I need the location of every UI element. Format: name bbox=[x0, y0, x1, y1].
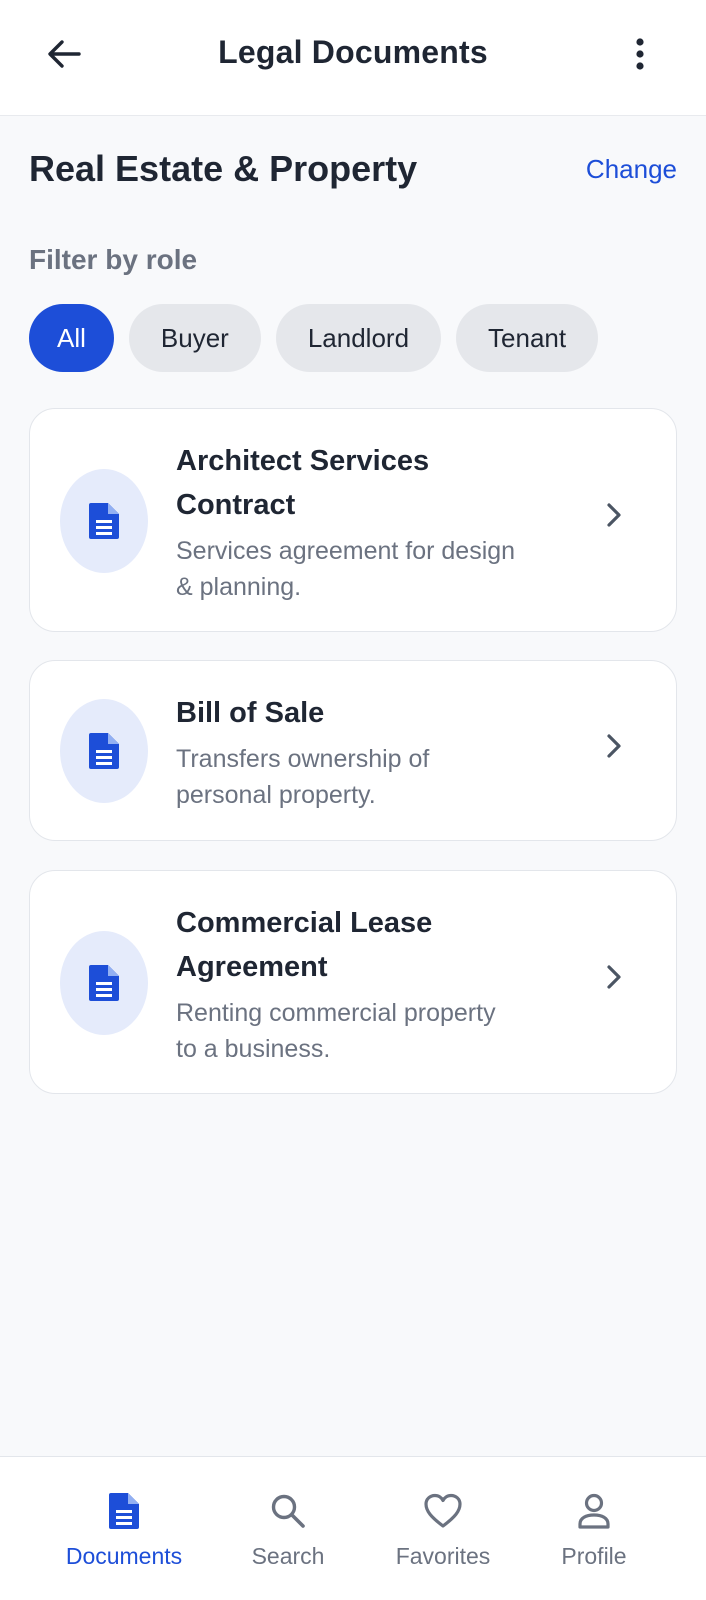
chevron-right-icon bbox=[602, 495, 626, 535]
nav-favorites[interactable]: Favorites bbox=[363, 1489, 523, 1570]
change-category-link[interactable]: Change bbox=[586, 154, 677, 185]
page-title: Legal Documents bbox=[218, 34, 488, 70]
more-options-button[interactable] bbox=[620, 32, 660, 76]
document-icon-bubble bbox=[60, 931, 148, 1035]
document-card-commercial-lease[interactable]: Commercial Lease Agreement Renting comme… bbox=[29, 870, 677, 1094]
card-text: Architect Services Contract Services agr… bbox=[176, 439, 556, 605]
person-icon bbox=[514, 1489, 674, 1533]
document-card-architect-services[interactable]: Architect Services Contract Services agr… bbox=[29, 408, 677, 632]
document-title: Bill of Sale bbox=[176, 697, 325, 729]
chip-all[interactable]: All bbox=[29, 304, 114, 372]
nav-profile[interactable]: Profile bbox=[514, 1489, 674, 1570]
nav-documents[interactable]: Documents bbox=[44, 1489, 204, 1570]
bottom-navigation: Documents Search Favorites Profile bbox=[0, 1456, 706, 1600]
document-card-bill-of-sale[interactable]: Bill of Sale Transfers ownership of pers… bbox=[29, 660, 677, 841]
document-icon bbox=[44, 1489, 204, 1533]
category-title: Real Estate & Property bbox=[29, 148, 418, 189]
chip-tenant[interactable]: Tenant bbox=[456, 304, 599, 372]
document-icon bbox=[89, 733, 119, 769]
chip-buyer[interactable]: Buyer bbox=[128, 304, 261, 372]
card-text: Commercial Lease Agreement Renting comme… bbox=[176, 901, 556, 1067]
chevron-right-icon bbox=[602, 726, 626, 766]
document-description: Transfers ownership of personal property… bbox=[176, 745, 430, 809]
chip-landlord[interactable]: Landlord bbox=[275, 304, 442, 372]
nav-label: Favorites bbox=[395, 1543, 491, 1569]
document-icon-bubble bbox=[60, 699, 148, 803]
nav-search[interactable]: Search bbox=[208, 1489, 368, 1570]
nav-label: Documents bbox=[65, 1543, 183, 1569]
chevron-right-icon bbox=[602, 957, 626, 997]
document-icon bbox=[89, 965, 119, 1001]
role-filter-chips: All Buyer Landlord Tenant bbox=[29, 304, 599, 372]
document-description: Renting commercial property to a busines… bbox=[176, 999, 496, 1063]
search-icon bbox=[208, 1489, 368, 1533]
top-app-bar: Legal Documents bbox=[0, 0, 706, 116]
document-title: Architect Services Contract bbox=[176, 445, 430, 521]
nav-label: Search bbox=[251, 1543, 325, 1569]
document-icon-bubble bbox=[60, 469, 148, 573]
filter-label: Filter by role bbox=[29, 244, 198, 275]
heart-icon bbox=[363, 1489, 523, 1533]
document-title: Commercial Lease Agreement bbox=[176, 907, 433, 983]
document-icon bbox=[89, 503, 119, 539]
nav-label: Profile bbox=[561, 1543, 627, 1569]
document-description: Services agreement for design & planning… bbox=[176, 537, 516, 601]
more-vertical-icon bbox=[636, 38, 644, 70]
card-text: Bill of Sale Transfers ownership of pers… bbox=[176, 691, 556, 813]
